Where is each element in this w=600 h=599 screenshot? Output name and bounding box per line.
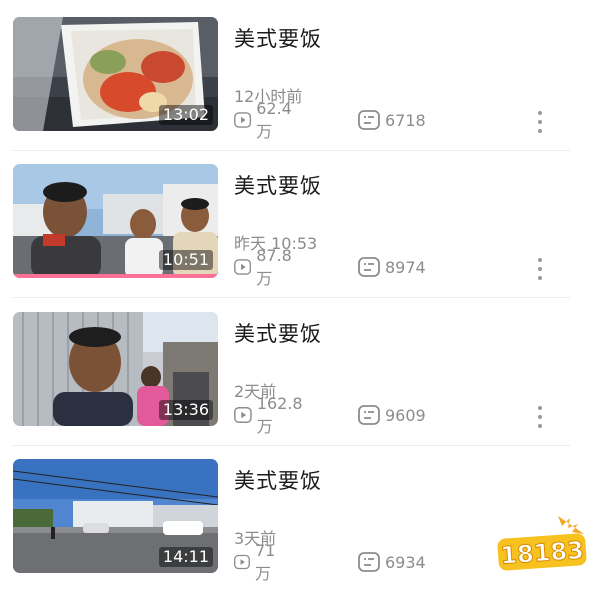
play-count-icon xyxy=(234,406,252,424)
video-item[interactable]: 10:51 美式要饭 昨天 10:53 87.8万 8974 xyxy=(0,164,600,304)
view-count: 162.8万 xyxy=(234,394,307,436)
video-duration: 14:11 xyxy=(158,547,213,567)
danmaku-count-text: 9609 xyxy=(385,405,426,425)
play-count-icon xyxy=(234,112,252,128)
view-count-text: 162.8万 xyxy=(256,393,303,436)
item-divider xyxy=(13,150,570,151)
view-count: 87.8万 xyxy=(234,246,297,288)
svg-text:18183: 18183 xyxy=(499,536,584,570)
video-title[interactable]: 美式要饭 xyxy=(234,23,322,53)
video-thumbnail[interactable]: 13:36 xyxy=(13,312,218,426)
watch-progress-bar xyxy=(13,274,218,278)
danmaku-count-icon xyxy=(358,552,380,572)
video-thumbnail[interactable]: 10:51 xyxy=(13,164,218,278)
danmaku-count-text: 6718 xyxy=(385,110,426,130)
video-list: 13:02 美式要饭 12小时前 62.4万 6718 10:51 美式要饭 昨… xyxy=(0,0,600,586)
view-count: 62.4万 xyxy=(234,99,297,141)
video-title[interactable]: 美式要饭 xyxy=(234,465,322,495)
video-thumbnail[interactable]: 14:11 xyxy=(13,459,218,573)
view-count-text: 87.8万 xyxy=(256,245,292,288)
view-count-text: 62.4万 xyxy=(256,98,292,141)
video-title[interactable]: 美式要饭 xyxy=(234,170,322,200)
item-divider xyxy=(13,445,570,446)
more-vertical-icon[interactable] xyxy=(530,258,550,280)
watch-progress-fill xyxy=(13,274,218,278)
danmaku-count-text: 8974 xyxy=(385,257,426,277)
danmaku-count-icon xyxy=(358,110,380,130)
video-thumbnail[interactable]: 13:02 xyxy=(13,17,218,131)
video-duration: 13:02 xyxy=(158,105,213,125)
danmaku-count-icon xyxy=(358,257,380,277)
danmaku-count: 9609 xyxy=(358,404,426,426)
danmaku-count: 6718 xyxy=(358,109,426,131)
video-item[interactable]: 13:36 美式要饭 2天前 162.8万 9609 xyxy=(0,312,600,452)
watermark-logo: 18183 xyxy=(496,514,588,576)
view-count: 71万 xyxy=(234,541,281,583)
video-duration: 10:51 xyxy=(158,250,213,270)
danmaku-count-icon xyxy=(358,405,380,425)
video-duration: 13:36 xyxy=(158,400,213,420)
danmaku-count-text: 6934 xyxy=(385,552,426,572)
danmaku-count: 8974 xyxy=(358,256,426,278)
play-count-icon xyxy=(234,554,250,570)
more-vertical-icon[interactable] xyxy=(530,111,550,133)
more-vertical-icon[interactable] xyxy=(530,406,550,428)
item-divider xyxy=(13,297,570,298)
view-count-text: 71万 xyxy=(254,540,276,583)
play-count-icon xyxy=(234,259,252,275)
danmaku-count: 6934 xyxy=(358,551,426,573)
video-item[interactable]: 13:02 美式要饭 12小时前 62.4万 6718 xyxy=(0,17,600,157)
video-title[interactable]: 美式要饭 xyxy=(234,318,322,348)
